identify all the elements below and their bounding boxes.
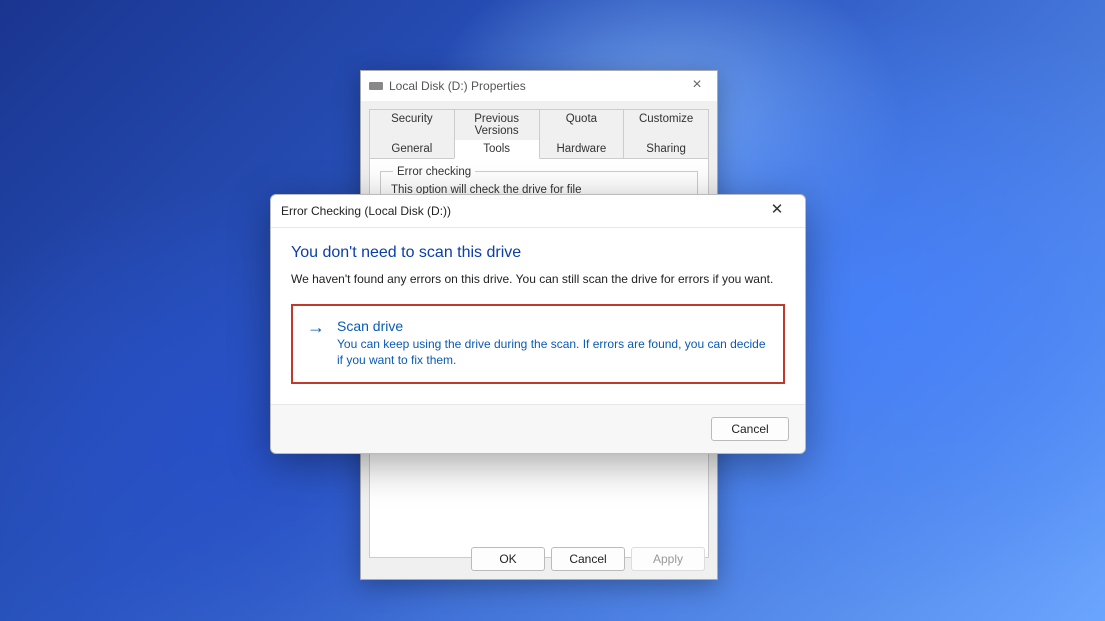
tab-row-1: Security Previous Versions Quota Customi… — [369, 109, 709, 140]
properties-buttons: OK Cancel Apply — [471, 547, 705, 571]
tab-row-2: General Tools Hardware Sharing — [369, 140, 709, 159]
tab-hardware[interactable]: Hardware — [539, 140, 625, 159]
close-icon[interactable]: ✕ — [759, 196, 795, 226]
scan-desc: You can keep using the drive during the … — [337, 336, 769, 368]
properties-title: Local Disk (D:) Properties — [389, 79, 677, 93]
error-checking-legend: Error checking — [393, 166, 475, 178]
cancel-button[interactable]: Cancel — [711, 417, 789, 441]
tab-previous-versions[interactable]: Previous Versions — [454, 109, 540, 140]
tab-quota[interactable]: Quota — [539, 109, 625, 140]
error-dialog-headline: You don't need to scan this drive — [291, 244, 785, 262]
properties-titlebar[interactable]: Local Disk (D:) Properties × — [361, 71, 717, 101]
cancel-button[interactable]: Cancel — [551, 547, 625, 571]
scan-text: Scan drive You can keep using the drive … — [337, 318, 769, 368]
error-dialog-body: You don't need to scan this drive We hav… — [271, 227, 805, 404]
ok-button[interactable]: OK — [471, 547, 545, 571]
tab-security[interactable]: Security — [369, 109, 455, 140]
arrow-right-icon: → — [307, 318, 325, 368]
tab-sharing[interactable]: Sharing — [623, 140, 709, 159]
tab-tools[interactable]: Tools — [454, 140, 540, 159]
apply-button: Apply — [631, 547, 705, 571]
error-checking-dialog: Error Checking (Local Disk (D:)) ✕ You d… — [270, 194, 806, 454]
drive-icon — [369, 82, 383, 90]
tab-customize[interactable]: Customize — [623, 109, 709, 140]
tab-general[interactable]: General — [369, 140, 455, 159]
close-icon[interactable]: × — [677, 71, 717, 101]
error-dialog-subtext: We haven't found any errors on this driv… — [291, 272, 785, 286]
scan-drive-option[interactable]: → Scan drive You can keep using the driv… — [291, 304, 785, 384]
scan-title: Scan drive — [337, 318, 769, 334]
error-dialog-title: Error Checking (Local Disk (D:)) — [281, 204, 451, 218]
error-dialog-titlebar[interactable]: Error Checking (Local Disk (D:)) ✕ — [271, 195, 805, 227]
error-dialog-footer: Cancel — [271, 404, 805, 453]
